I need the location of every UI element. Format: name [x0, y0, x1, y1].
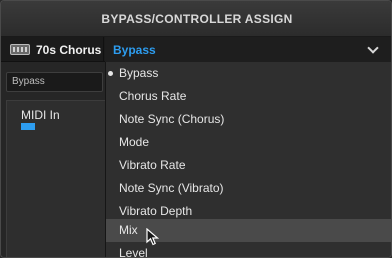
menu-item-label: Note Sync (Vibrato) — [119, 181, 224, 195]
menu-item-chorus-rate[interactable]: Chorus Rate — [106, 85, 391, 108]
menu-item-label: Level — [119, 246, 148, 258]
left-panel: Bypass — [1, 62, 105, 257]
menu-item-label: Mode — [119, 135, 150, 149]
dropdown-selected-value: Bypass — [113, 42, 156, 57]
window-title: BYPASS/CONTROLLER ASSIGN — [1, 1, 391, 37]
menu-item-note-sync-vibrato[interactable]: Note Sync (Vibrato) — [106, 177, 391, 200]
menu-item-mode[interactable]: Mode — [106, 131, 391, 154]
controller-assign-window: BYPASS/CONTROLLER ASSIGN 70s Chorus Bypa… — [0, 0, 392, 258]
menu-item-label: Vibrato Rate — [119, 158, 186, 172]
controller-source-label: MIDI In — [21, 108, 60, 122]
menu-item-label: Bypass — [119, 66, 159, 80]
parameter-dropdown[interactable]: Bypass — [105, 37, 391, 62]
menu-item-label: Vibrato Depth — [119, 204, 193, 218]
menu-item-note-sync-chorus[interactable]: Note Sync (Chorus) — [106, 108, 391, 131]
header-row: 70s Chorus Bypass — [1, 37, 391, 62]
menu-item-label: Chorus Rate — [119, 89, 187, 103]
chevron-down-icon[interactable] — [367, 42, 379, 54]
bypass-field[interactable]: Bypass — [6, 72, 103, 92]
menu-item-bypass[interactable]: Bypass — [106, 62, 391, 85]
mouse-pointer-icon — [146, 228, 160, 246]
effect-block-icon — [10, 44, 30, 55]
menu-item-label: Note Sync (Chorus) — [119, 112, 225, 126]
menu-item-label: Mix — [119, 223, 138, 237]
selected-bullet-icon — [108, 71, 113, 76]
block-selector[interactable]: 70s Chorus — [1, 37, 104, 62]
block-name: 70s Chorus — [36, 42, 102, 57]
menu-item-vibrato-rate[interactable]: Vibrato Rate — [106, 154, 391, 177]
midi-in-meter — [21, 123, 35, 130]
